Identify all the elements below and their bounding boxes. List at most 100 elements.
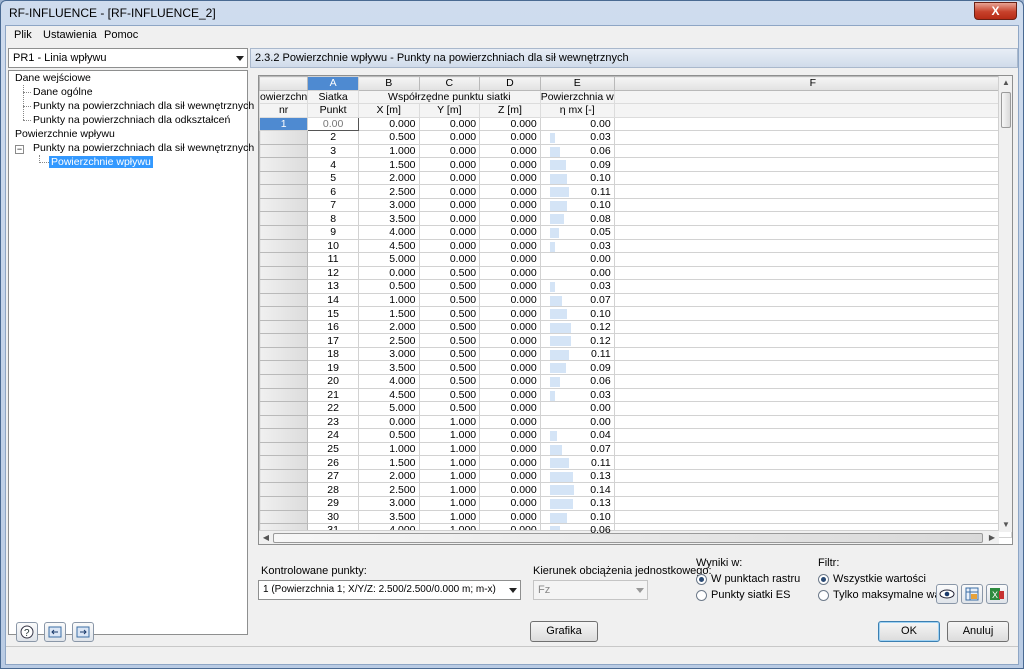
cell-x[interactable]: 3.500 [357,509,420,525]
cell-eta[interactable]: 0.07 [539,292,615,308]
cell-eta[interactable]: 0.09 [539,360,615,376]
cell-eta[interactable]: 0.10 [539,197,615,213]
cell-y[interactable]: 0.000 [418,143,481,159]
cell-y[interactable]: 1.000 [418,441,481,457]
cell-y[interactable]: 0.000 [418,157,481,172]
column-letter-a[interactable]: A [307,76,359,91]
cell-f[interactable] [613,414,1012,430]
cell-f[interactable] [613,441,1012,457]
cell-z[interactable]: 0.000 [479,211,541,226]
cell-x[interactable]: 1.500 [357,455,420,470]
kontrolowane-select[interactable]: 1 (Powierzchnia 1; X/Y/Z: 2.500/2.500/0.… [258,580,521,600]
row-surface-cell[interactable] [259,346,309,362]
cell-eta[interactable]: 0.08 [539,211,615,226]
cell-f[interactable] [613,346,1012,362]
cell-punkt[interactable]: 27 [307,468,359,484]
row-surface-cell[interactable] [259,184,309,199]
cell-eta[interactable]: 0.11 [539,346,615,362]
cell-z[interactable]: 0.000 [479,225,541,240]
row-surface-cell[interactable] [259,495,309,511]
row-surface-cell[interactable] [259,414,309,430]
table-row[interactable]: 22 5.000 0.500 0.000 0.00 [259,401,1012,416]
cell-eta[interactable]: 0.03 [539,238,615,254]
cell-z[interactable]: 0.000 [479,482,541,497]
table-row[interactable]: 28 2.500 1.000 0.000 0.14 [259,482,1012,497]
cell-punkt[interactable]: 25 [307,441,359,457]
cell-f[interactable] [613,482,1012,497]
cell-f[interactable] [613,116,1012,132]
cell-eta[interactable]: 0.12 [539,319,615,335]
anuluj-button[interactable]: Anuluj [947,621,1009,642]
cell-y[interactable]: 0.000 [418,197,481,213]
cell-punkt[interactable]: 15 [307,306,359,321]
menu-plik[interactable]: Plik [14,29,32,41]
cell-y[interactable]: 0.500 [418,401,481,416]
cell-y[interactable]: 0.500 [418,319,481,335]
cell-eta[interactable]: 0.14 [539,482,615,497]
cell-f[interactable] [613,360,1012,376]
cell-eta[interactable]: 0.12 [539,333,615,348]
cell-z[interactable]: 0.000 [479,238,541,254]
row-surface-cell[interactable] [259,279,309,294]
column-letter-d[interactable]: D [479,76,541,91]
cell-z[interactable]: 0.000 [479,509,541,525]
row-surface-cell[interactable] [259,306,309,321]
cell-punkt[interactable]: 6 [307,184,359,199]
table-row[interactable]: 12 0.000 0.500 0.000 0.00 [259,265,1012,281]
table-row[interactable]: 19 3.500 0.500 0.000 0.09 [259,360,1012,376]
tree-node-powierzchnie-wplywu-leaf[interactable]: Powierzchnie wpływu [49,156,153,168]
cell-punkt[interactable]: 5 [307,170,359,186]
grafika-button[interactable]: Grafika [530,621,598,642]
table-row[interactable]: 21 4.500 0.500 0.000 0.03 [259,387,1012,403]
row-surface-cell[interactable] [259,225,309,240]
cell-eta[interactable]: 0.13 [539,468,615,484]
table-row[interactable]: 8 3.500 0.000 0.000 0.08 [259,211,1012,226]
cell-eta[interactable]: 0.09 [539,157,615,172]
table-row[interactable]: 1 0.00 0.000 0.000 0.000 0.00 [259,116,1012,132]
tree-node-powierzchnie-wplywu[interactable]: Powierzchnie wpływu [15,128,115,140]
cell-y[interactable]: 1.000 [418,482,481,497]
cell-eta[interactable]: 0.07 [539,441,615,457]
cell-y[interactable]: 1.000 [418,468,481,484]
hscroll-thumb[interactable] [273,533,983,543]
cell-x[interactable]: 0.000 [357,265,420,281]
cell-eta[interactable]: 0.00 [539,265,615,281]
row-surface-cell[interactable] [259,509,309,525]
cell-z[interactable]: 0.000 [479,374,541,389]
column-letter-f[interactable]: F [613,76,1012,91]
table-row[interactable]: 23 0.000 1.000 0.000 0.00 [259,414,1012,430]
cell-punkt[interactable]: 19 [307,360,359,376]
cell-y[interactable]: 0.500 [418,279,481,294]
tree-node-dane-wejsciowe[interactable]: Dane wejściowe [15,72,91,84]
cell-punkt[interactable]: 23 [307,414,359,430]
cell-x[interactable]: 4.000 [357,225,420,240]
cell-f[interactable] [613,265,1012,281]
table-row[interactable]: 4 1.500 0.000 0.000 0.09 [259,157,1012,172]
cell-x[interactable]: 0.500 [357,130,420,145]
cell-f[interactable] [613,455,1012,470]
cell-z[interactable]: 0.000 [479,319,541,335]
cell-z[interactable]: 0.000 [479,292,541,308]
table-row[interactable]: 30 3.500 1.000 0.000 0.10 [259,509,1012,525]
cell-z[interactable]: 0.000 [479,441,541,457]
close-button[interactable]: X [974,2,1017,20]
row-surface-cell[interactable] [259,428,309,443]
import-button[interactable] [44,622,66,642]
cell-y[interactable]: 1.000 [418,495,481,511]
cell-z[interactable]: 0.000 [479,130,541,145]
cell-z[interactable]: 0.000 [479,306,541,321]
row-surface-cell[interactable] [259,211,309,226]
row-surface-cell[interactable] [259,265,309,281]
table-row[interactable]: 3 1.000 0.000 0.000 0.06 [259,143,1012,159]
cell-z[interactable]: 0.000 [479,346,541,362]
cell-x[interactable]: 5.000 [357,252,420,267]
cell-z[interactable]: 0.000 [479,495,541,511]
cell-f[interactable] [613,157,1012,172]
eye-button[interactable] [936,584,958,604]
cell-y[interactable]: 0.000 [418,238,481,254]
row-surface-cell[interactable] [259,143,309,159]
row-surface-cell[interactable] [259,455,309,470]
cell-x[interactable]: 2.000 [357,319,420,335]
vertical-scrollbar[interactable]: ▲ ▼ [998,76,1012,532]
cell-z[interactable]: 0.000 [479,455,541,470]
